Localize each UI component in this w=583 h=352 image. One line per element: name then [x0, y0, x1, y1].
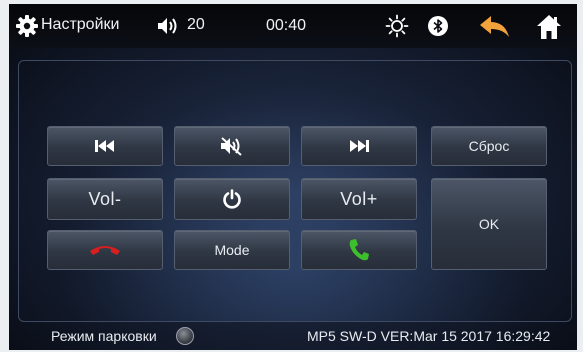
brightness-icon[interactable]	[385, 14, 409, 38]
gear-icon[interactable]	[15, 14, 39, 38]
screen: Настройки 20 00:40 Сброс Vol- Vol+ OK Mo…	[9, 4, 577, 350]
parking-mode-label: Режим парковки	[51, 328, 157, 344]
bluetooth-icon[interactable]	[427, 15, 449, 37]
call-icon	[348, 238, 370, 262]
hang-up-button[interactable]	[47, 230, 163, 270]
version-text: MP5 SW-D VER:Mar 15 2017 16:29:42	[307, 328, 551, 344]
volume-up-label: Vol+	[340, 188, 378, 209]
footer: Режим парковки MP5 SW-D VER:Mar 15 2017 …	[9, 322, 577, 350]
mode-label: Mode	[214, 242, 250, 258]
page-title: Настройки	[41, 16, 120, 33]
volume-up-button[interactable]: Vol+	[301, 178, 417, 220]
mute-icon	[219, 136, 245, 156]
next-track-icon	[348, 139, 370, 153]
volume-down-label: Vol-	[88, 188, 122, 209]
power-icon	[222, 189, 242, 209]
previous-track-icon	[94, 139, 116, 153]
clock: 00:40	[266, 17, 307, 34]
top-bar: Настройки 20 00:40	[9, 4, 577, 48]
ok-button[interactable]: OK	[431, 178, 547, 270]
hang-up-icon	[88, 243, 122, 257]
call-button[interactable]	[301, 230, 417, 270]
parking-mode-toggle[interactable]	[176, 327, 194, 345]
volume-down-button[interactable]: Vol-	[47, 178, 163, 220]
reset-button[interactable]: Сброс	[431, 126, 547, 166]
previous-track-button[interactable]	[47, 126, 163, 166]
mode-button[interactable]: Mode	[174, 230, 290, 270]
ok-label: OK	[478, 216, 500, 232]
power-button[interactable]	[174, 178, 290, 220]
volume-value: 20	[187, 16, 205, 33]
mute-button[interactable]	[174, 126, 290, 166]
next-track-button[interactable]	[301, 126, 417, 166]
home-icon[interactable]	[536, 14, 562, 40]
reset-label: Сброс	[468, 138, 510, 154]
back-arrow-icon[interactable]	[479, 14, 511, 40]
speaker-icon	[157, 16, 181, 36]
